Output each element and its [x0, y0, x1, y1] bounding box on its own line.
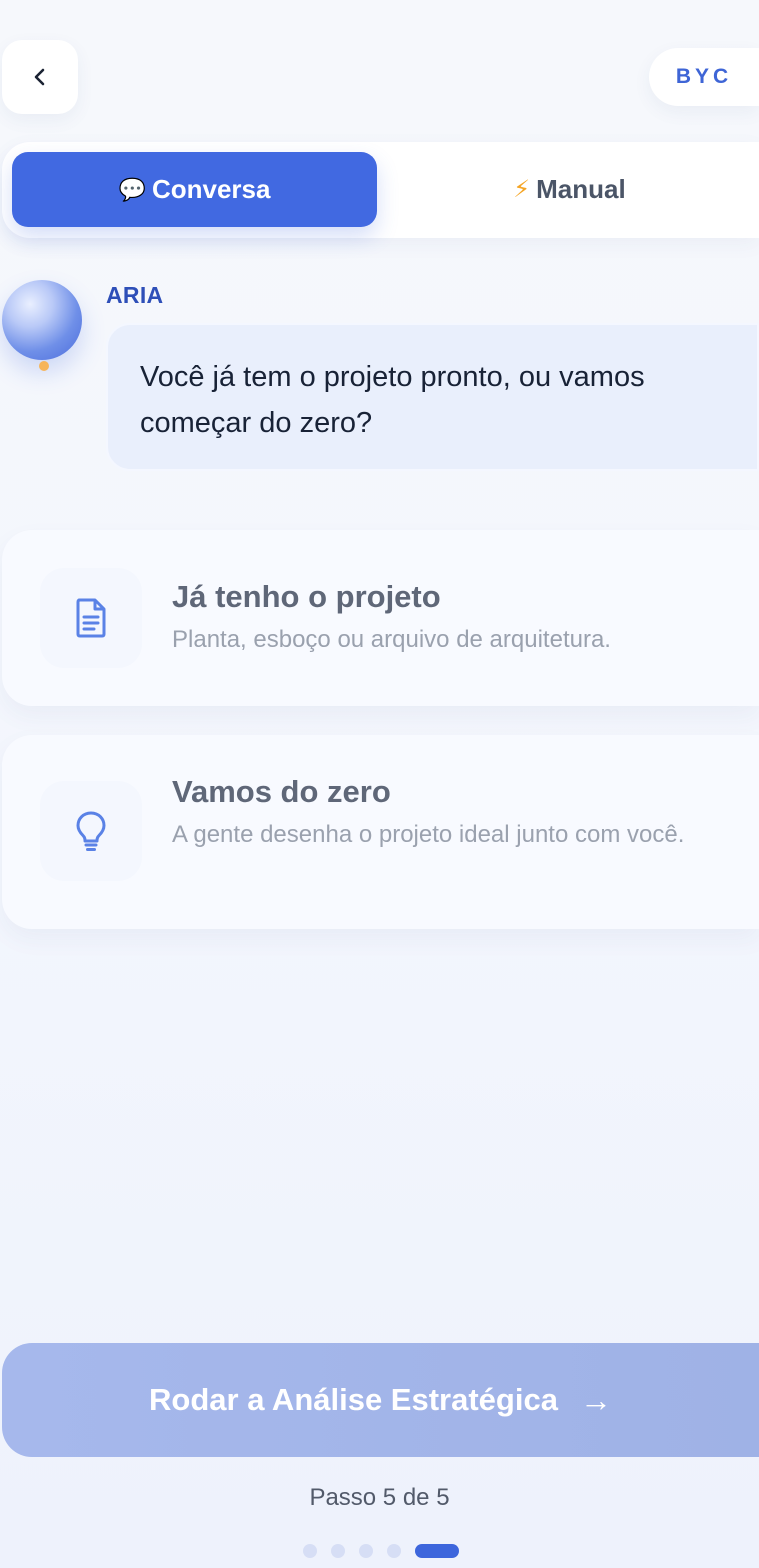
chat-bubble-icon: 💬: [118, 176, 146, 202]
option-title: Vamos do zero: [172, 774, 391, 809]
step-dot: [303, 1544, 317, 1558]
option-icon-container: [40, 568, 142, 668]
step-indicator-text: Passo 5 de 5: [309, 1484, 450, 1511]
lightning-icon: ⚡: [513, 176, 531, 203]
option-subtitle: A gente desenha o projeto ideal junto co…: [172, 821, 685, 848]
mode-tabs: 💬 Conversa ⚡ Manual: [2, 142, 759, 238]
option-have-project[interactable]: Já tenho o projeto Planta, esboço ou arq…: [2, 530, 759, 706]
step-dot-active: [415, 1544, 459, 1558]
step-dot: [359, 1544, 373, 1558]
step-dot: [331, 1544, 345, 1558]
option-start-from-zero[interactable]: Vamos do zero A gente desenha o projeto …: [2, 735, 759, 929]
tab-conversa-label: Conversa: [151, 174, 271, 204]
tab-manual-label: Manual: [536, 174, 626, 204]
back-button[interactable]: [2, 40, 78, 114]
option-title: Já tenho o projeto: [172, 579, 441, 614]
assistant-status-dot: [39, 361, 49, 371]
assistant-message-bubble: Você já tem o projeto pronto, ou vamos c…: [106, 323, 759, 471]
arrow-right-icon: →: [579, 1381, 612, 1418]
step-dots: [303, 1544, 459, 1558]
assistant-name: ARIA: [106, 282, 164, 308]
lightbulb-icon: [76, 811, 106, 851]
run-analysis-label: Rodar a Análise Estratégica: [149, 1382, 558, 1417]
option-icon-container: [40, 781, 142, 881]
tab-manual[interactable]: ⚡ Manual: [387, 152, 752, 227]
tab-conversa[interactable]: 💬 Conversa: [12, 152, 377, 227]
brand-badge[interactable]: BYC: [649, 48, 759, 106]
document-icon: [76, 598, 106, 638]
assistant-avatar: [2, 280, 82, 360]
chevron-left-icon: [34, 68, 45, 86]
step-dot: [387, 1544, 401, 1558]
option-subtitle: Planta, esboço ou arquivo de arquitetura…: [172, 626, 611, 653]
run-analysis-button[interactable]: Rodar a Análise Estratégica →: [2, 1343, 759, 1457]
